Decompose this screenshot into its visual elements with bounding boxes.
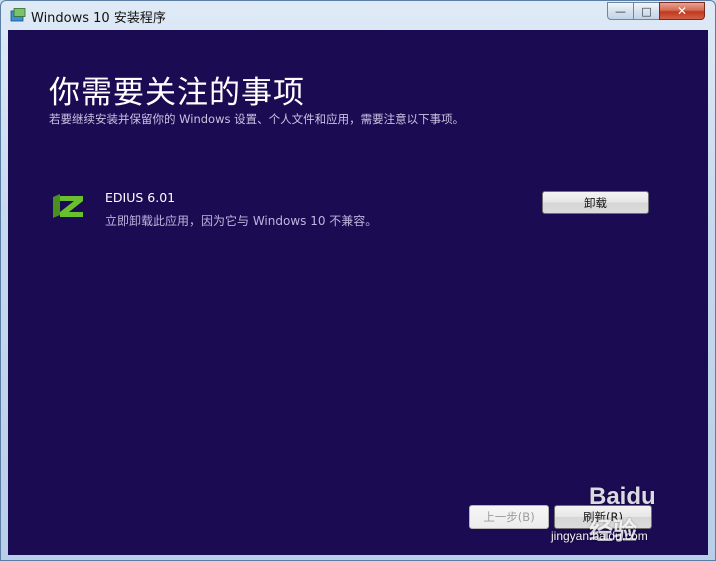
- close-icon: ✕: [676, 4, 688, 18]
- maximize-icon: □: [641, 4, 652, 18]
- edius-logo-icon: [53, 194, 83, 218]
- maximize-button[interactable]: □: [633, 2, 660, 20]
- back-button[interactable]: 上一步(B): [469, 505, 549, 529]
- minimize-button[interactable]: —: [607, 2, 634, 20]
- uninstall-button[interactable]: 卸载: [542, 191, 649, 214]
- installer-window: Windows 10 安装程序 — □ ✕ 你需要关注的事项 若要继续安装并保留…: [0, 0, 716, 561]
- title-bar[interactable]: Windows 10 安装程序 — □ ✕: [1, 1, 715, 30]
- setup-app-icon: [10, 8, 26, 22]
- page-subtitle: 若要继续安装并保留你的 Windows 设置、个人文件和应用，需要注意以下事项。: [49, 112, 465, 126]
- minimize-icon: —: [615, 4, 626, 18]
- close-button[interactable]: ✕: [659, 2, 705, 20]
- window-title: Windows 10 安装程序: [31, 11, 166, 26]
- setup-content: 你需要关注的事项 若要继续安装并保留你的 Windows 设置、个人文件和应用，…: [8, 30, 708, 555]
- refresh-button[interactable]: 刷新(R): [554, 505, 652, 529]
- app-name: EDIUS 6.01: [105, 190, 176, 205]
- app-description: 立即卸载此应用，因为它与 Windows 10 不兼容。: [105, 214, 378, 228]
- page-title: 你需要关注的事项: [49, 75, 305, 111]
